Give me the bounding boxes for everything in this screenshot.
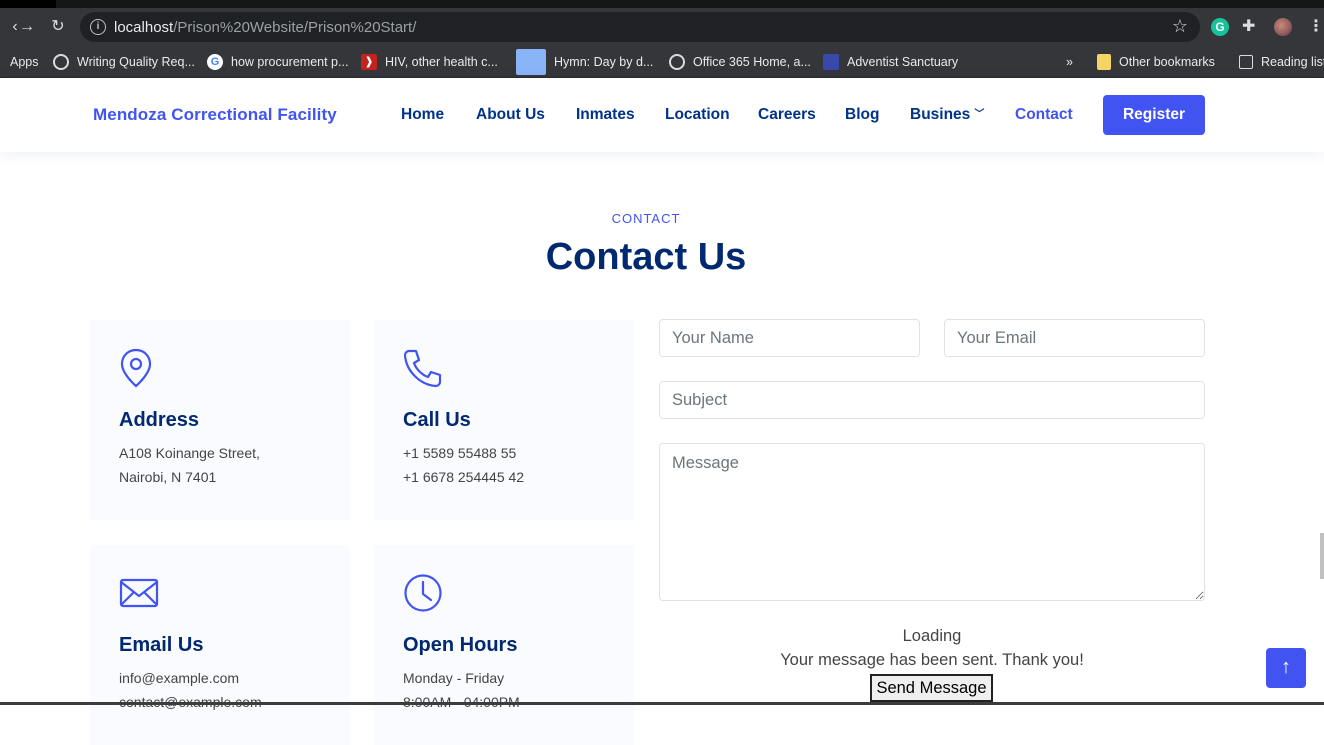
nav-blog[interactable]: Blog (845, 106, 879, 124)
bookmark-label: how procurement p... (231, 55, 349, 69)
bookmark-label: Apps (10, 55, 39, 69)
hours-line: Monday - Friday (403, 670, 505, 686)
bookmark-procurement[interactable]: G how procurement p... (207, 52, 348, 72)
bookmark-label: Writing Quality Req... (77, 55, 195, 69)
chevron-down-icon: ﹀ (974, 109, 985, 120)
map-pin-icon (120, 348, 152, 388)
subject-input[interactable] (659, 381, 1205, 419)
bookmark-hiv[interactable]: ❱ HIV, other health c... (361, 52, 498, 72)
hiv-site-icon: ❱ (361, 54, 377, 70)
nav-busines-dropdown[interactable]: Busines ﹀ (910, 106, 984, 124)
forward-arrow-icon[interactable]: → (16, 16, 38, 38)
bookmark-hymn[interactable]: Hymn: Day by d... (516, 49, 654, 75)
message-textarea[interactable] (659, 443, 1205, 601)
section-title: Contact Us (545, 236, 747, 278)
sent-message: Your message has been sent. Thank you! (780, 651, 1084, 669)
address-bar[interactable]: i localhost/Prison%20Website/Prison%20St… (80, 12, 1200, 42)
bookmark-adventist[interactable]: Adventist Sanctuary (823, 52, 958, 72)
bookmark-label: Adventist Sanctuary (847, 55, 959, 69)
nav-about-us[interactable]: About Us (476, 106, 545, 124)
site-header: Mendoza Correctional Facility Home About… (0, 78, 1324, 152)
hours-box: Open Hours Monday - Friday 8:00AM - 04:0… (374, 545, 634, 745)
grammarly-extension-icon[interactable]: G (1211, 18, 1229, 36)
clock-icon (404, 574, 442, 612)
register-button[interactable]: Register (1103, 95, 1205, 135)
extensions-puzzle-icon[interactable]: ✚ (1242, 18, 1260, 36)
address-title: Address (119, 409, 200, 431)
adventist-site-icon (823, 54, 839, 70)
phone-icon (403, 349, 442, 388)
site-info-icon[interactable]: i (90, 19, 106, 35)
phone-number: +1 6678 254445 42 (403, 469, 525, 485)
folder-label: Other bookmarks (1119, 55, 1215, 69)
hymn-thumbnail-icon (516, 49, 546, 75)
address-line: Nairobi, N 7401 (119, 469, 217, 485)
address-url[interactable]: localhost/Prison%20Website/Prison%20Star… (114, 19, 416, 36)
profile-avatar[interactable] (1274, 18, 1292, 36)
phone-number: +1 5589 55488 55 (403, 445, 517, 461)
bookmark-label: Hymn: Day by d... (554, 55, 654, 69)
overflow-chevron-icon: » (1066, 55, 1073, 69)
address-box: Address A108 Koinange Street, Nairobi, N… (90, 320, 350, 520)
browser-tab-strip (0, 0, 1324, 8)
bookmarks-overflow-button[interactable]: » (1066, 52, 1073, 72)
call-box: Call Us +1 5589 55488 55 +1 6678 254445 … (374, 320, 634, 520)
email-input[interactable] (944, 319, 1205, 357)
address-line: A108 Koinange Street, (119, 445, 260, 461)
bookmark-star-icon[interactable]: ☆ (1172, 16, 1188, 37)
browser-toolbar: ‹ → ↻ i localhost/Prison%20Website/Priso… (0, 8, 1324, 46)
bookmarks-bar: Apps Writing Quality Req... G how procur… (0, 46, 1324, 78)
email-title: Email Us (119, 634, 204, 656)
nav-contact[interactable]: Contact (1015, 106, 1073, 124)
bookmark-writing-quality[interactable]: Writing Quality Req... (53, 52, 195, 72)
folder-icon (1097, 54, 1111, 70)
reload-icon[interactable]: ↻ (47, 16, 69, 38)
hours-title: Open Hours (403, 634, 518, 656)
nav-inmates[interactable]: Inmates (576, 106, 635, 124)
call-title: Call Us (403, 409, 471, 431)
globe-icon (53, 54, 69, 70)
reading-list-icon (1239, 55, 1253, 69)
email-address: info@example.com (119, 670, 240, 686)
section-eyebrow: CONTACT (611, 211, 681, 226)
browser-menu-icon[interactable]: ⋮ (1308, 18, 1324, 36)
nav-location[interactable]: Location (665, 106, 730, 124)
bookmark-label: Office 365 Home, a... (693, 55, 811, 69)
back-to-top-button[interactable]: ↑ (1266, 648, 1306, 688)
send-message-button[interactable]: Send Message (870, 674, 993, 702)
reading-list-button[interactable]: Reading list (1239, 52, 1324, 72)
name-input[interactable] (659, 319, 920, 357)
reading-list-label: Reading list (1261, 55, 1324, 69)
page-scrollbar-thumb[interactable] (1320, 533, 1324, 579)
globe-icon (669, 54, 685, 70)
nav-home[interactable]: Home (401, 106, 444, 124)
bookmark-office365[interactable]: Office 365 Home, a... (669, 52, 811, 72)
loading-indicator: Loading (902, 627, 962, 645)
email-box: Email Us info@example.com contact@exampl… (90, 545, 350, 745)
bookmark-apps[interactable]: Apps (10, 52, 39, 72)
nav-busines-label: Busines (910, 106, 971, 123)
bookmark-label: HIV, other health c... (385, 55, 498, 69)
google-icon: G (207, 54, 223, 70)
nav-careers[interactable]: Careers (758, 106, 816, 124)
envelope-icon (119, 578, 159, 608)
site-logo[interactable]: Mendoza Correctional Facility (93, 105, 337, 125)
other-bookmarks-folder[interactable]: Other bookmarks (1097, 52, 1215, 72)
arrow-up-icon: ↑ (1281, 656, 1291, 678)
